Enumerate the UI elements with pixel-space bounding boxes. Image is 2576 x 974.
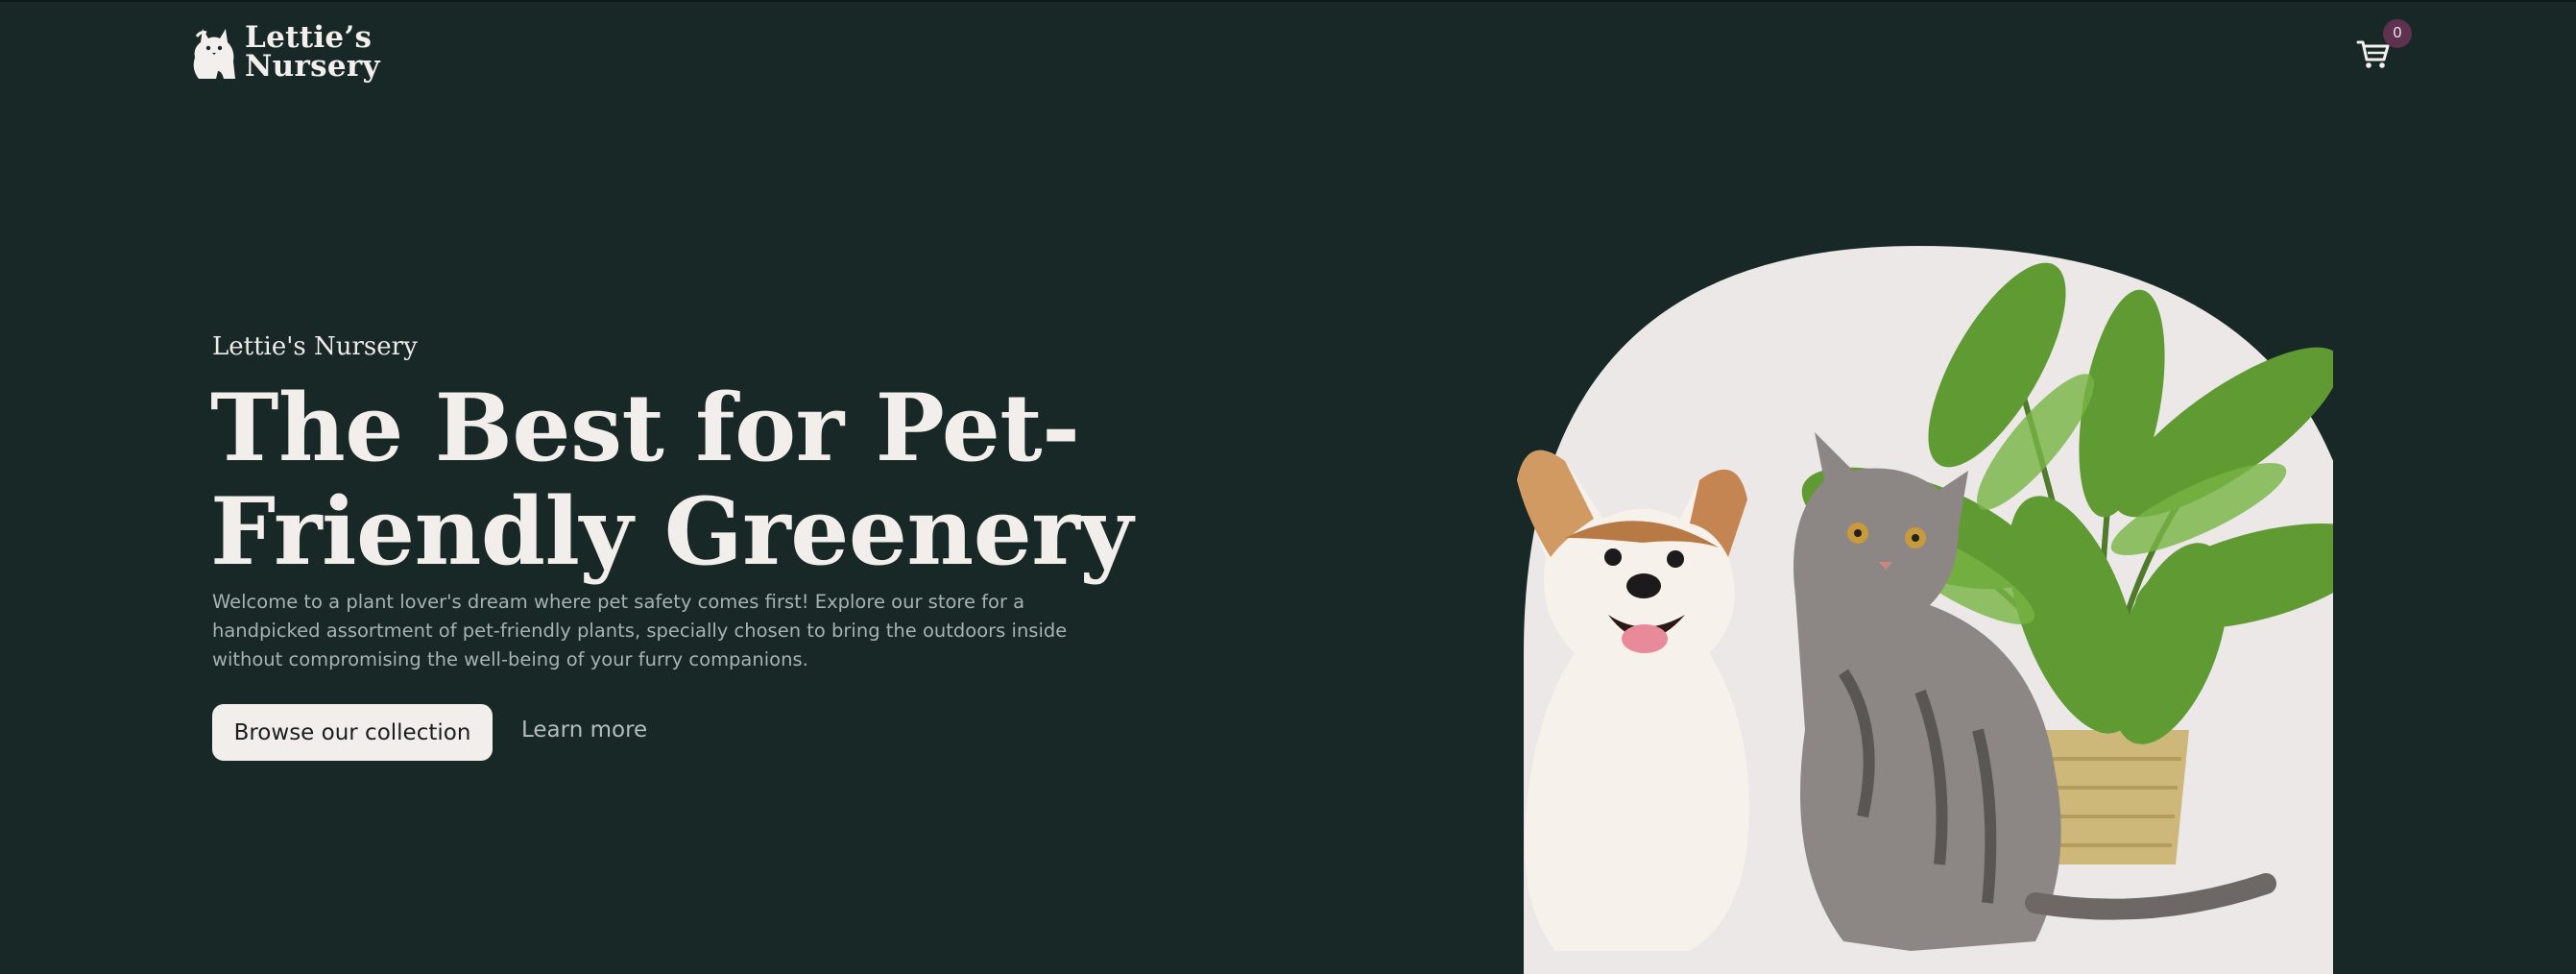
- brand-name-line2: Nursery: [245, 49, 380, 84]
- cart-count-badge: 0: [2383, 19, 2412, 48]
- hero-headline: The Best for Pet-Friendly Greenery: [210, 374, 1133, 586]
- hero-eyebrow: Lettie's Nursery: [212, 332, 418, 361]
- brand-name-line1: Lettie’s: [245, 20, 373, 55]
- hero-intro: Welcome to a plant lover's dream where p…: [212, 591, 1068, 670]
- learn-more-link[interactable]: Learn more: [521, 718, 647, 743]
- top-edge: [0, 0, 2576, 2]
- brand-logo-link[interactable]: Lettie’s Nursery: [187, 23, 380, 83]
- cat-logo-icon: [193, 29, 235, 79]
- hero-illustration: [1517, 246, 2333, 974]
- puppy-image: [1517, 450, 1749, 951]
- brand-name: Lettie’s Nursery: [245, 20, 380, 84]
- browse-collection-button[interactable]: Browse our collection: [212, 704, 493, 761]
